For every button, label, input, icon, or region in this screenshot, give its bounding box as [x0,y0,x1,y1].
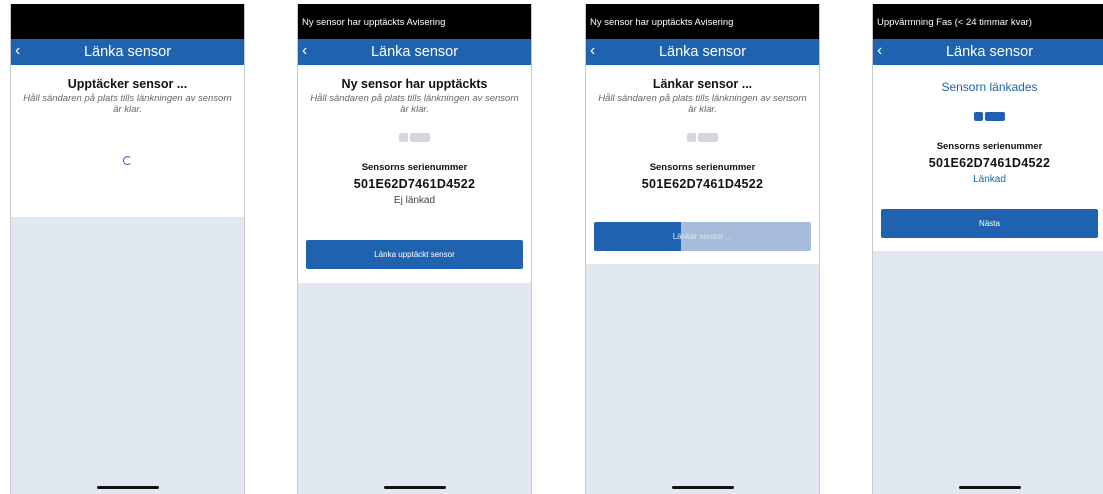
sensor-connected-icon [873,112,1103,121]
success-heading: Sensorn länkades [941,80,1038,94]
nav-bar: ‹ Länka sensor [873,39,1103,65]
home-indicator [96,486,159,489]
content-card: Ny sensor har upptäckts Håll sändaren på… [298,65,531,283]
nav-bar: ‹ Länka sensor [11,39,244,65]
link-status: Länkad [973,174,1006,185]
serial-label: Sensorns serienummer [936,141,1043,152]
serial-number: 501E62D7461D4522 [353,177,476,191]
sensor-connection-icon [298,133,531,142]
link-sensor-button[interactable]: Länka upptäckt sensor [306,240,523,269]
home-indicator [383,486,446,489]
phone-screen-linked: Uppvärmning Fas (< 24 timmar kvar) ‹ Län… [872,4,1103,494]
home-indicator [958,486,1021,489]
home-indicator [671,486,734,489]
serial-label: Sensorns serienummer [361,162,468,173]
content-card: Sensorn länkades Sensorns serienummer 50… [873,65,1103,251]
nav-bar: ‹ Länka sensor [298,39,531,65]
next-button[interactable]: Nästa [881,209,1098,238]
sensor-connection-icon [586,133,819,142]
page-title: Länka sensor [83,44,172,60]
content-card: Länkar sensor ... Håll sändaren på plats… [586,65,819,264]
page-title: Länka sensor [370,44,459,60]
heading: Länkar sensor ... [652,77,753,91]
page-title: Länka sensor [945,44,1034,60]
link-status: Ej länkad [393,195,436,206]
page-title: Länka sensor [658,44,747,60]
hint-text: Håll sändaren på plats tills länkningen … [310,93,519,115]
content-card: Upptäcker sensor ... Håll sändaren på pl… [11,65,244,217]
nav-bar: ‹ Länka sensor [586,39,819,65]
serial-number: 501E62D7461D4522 [928,156,1051,170]
phone-screen-detected: Ny sensor har upptäckts Avisering ‹ Länk… [297,4,532,494]
progress-fill [594,222,681,251]
heading: Upptäcker sensor ... [67,77,188,91]
status-bar: Ny sensor har upptäckts Avisering [586,4,819,39]
serial-label: Sensorns serienummer [649,162,756,173]
hint-text: Håll sändaren på plats tills länkningen … [598,93,807,115]
phone-screen-linking: Ny sensor har upptäckts Avisering ‹ Länk… [585,4,820,494]
progress-label: Länkar sensor ... [672,232,733,241]
loading-spinner-icon [123,156,132,165]
status-bar: Ny sensor har upptäckts Avisering [298,4,531,39]
phone-screen-detecting: ‹ Länka sensor Upptäcker sensor ... Håll… [10,4,245,494]
hint-text: Håll sändaren på plats tills länkningen … [23,93,232,115]
heading: Ny sensor har upptäckts [341,77,488,91]
linking-progress-button: Länkar sensor ... [594,222,811,251]
status-bar [11,4,244,39]
serial-number: 501E62D7461D4522 [641,177,764,191]
status-bar: Uppvärmning Fas (< 24 timmar kvar) [873,4,1103,39]
